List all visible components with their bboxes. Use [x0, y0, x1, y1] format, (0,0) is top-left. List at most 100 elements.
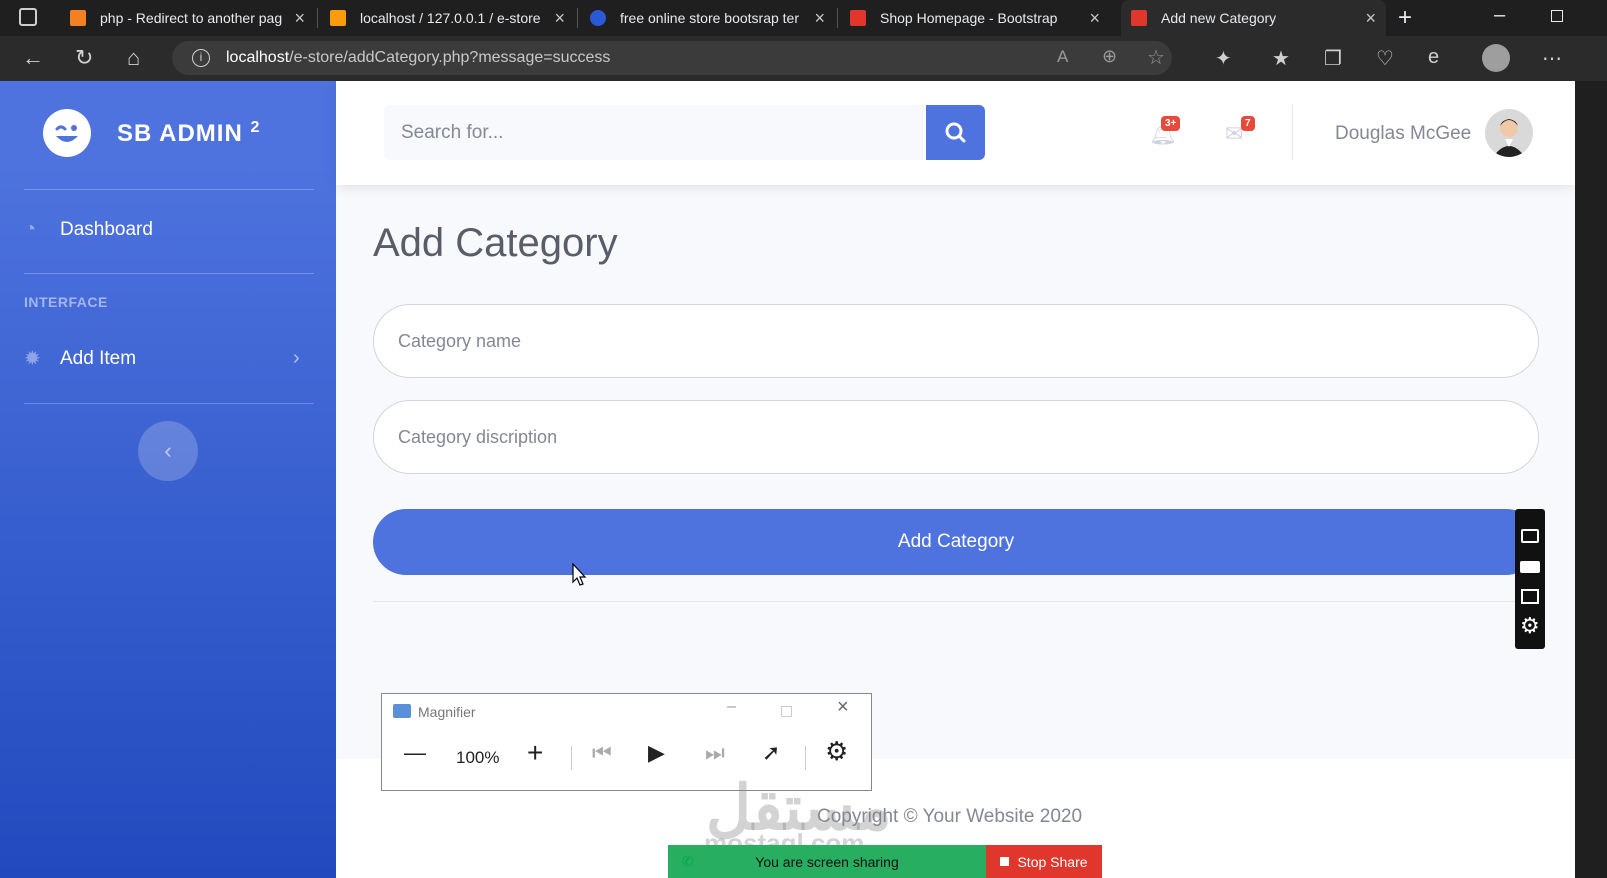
tab-add-category[interactable]: Add new Category ×	[1121, 0, 1386, 36]
performance-icon[interactable]: ♡	[1376, 46, 1394, 71]
add-category-button[interactable]: Add Category	[373, 509, 1539, 575]
tachometer-icon: ◔	[24, 218, 37, 240]
category-name-input[interactable]: Category name	[373, 304, 1539, 378]
info-icon[interactable]: i	[192, 49, 210, 67]
play-icon[interactable]: ▶	[648, 740, 665, 766]
read-aloud-icon[interactable]: A	[1057, 47, 1068, 67]
next-icon[interactable]: ⏭︎	[705, 740, 725, 766]
home-icon[interactable]: ⌂	[127, 46, 140, 70]
tab-title: free online store bootsrap ter	[620, 10, 799, 26]
tab-title: localhost / 127.0.0.1 / e-store	[360, 10, 541, 26]
browser-toolbar: ← ↻ ⌂ i localhost/e-store/addCategory.ph…	[0, 36, 1607, 81]
category-description-input[interactable]: Category discription	[373, 400, 1539, 474]
tab-search[interactable]: free online store bootsrap ter ×	[580, 0, 835, 36]
collections-icon[interactable]: ❐	[1324, 46, 1342, 71]
search-icon	[945, 122, 966, 143]
browser-tab-bar: php - Redirect to another pag × localhos…	[0, 0, 1607, 36]
laugh-wink-icon[interactable]	[43, 109, 91, 157]
magnifier-title: Magnifier	[418, 704, 476, 720]
favorite-star-icon[interactable]: ☆	[1147, 45, 1165, 70]
stop-icon	[1000, 857, 1010, 866]
user-name[interactable]: Douglas McGee	[1335, 123, 1471, 145]
maximize-icon[interactable]	[781, 706, 792, 717]
extensions-icon[interactable]: ✦	[1215, 46, 1232, 71]
tab-title: Add new Category	[1161, 10, 1277, 26]
tab-php-redirect[interactable]: php - Redirect to another pag ×	[60, 0, 315, 36]
capture-toolbar: ⚙	[1515, 509, 1545, 649]
page-title: Add Category	[373, 221, 618, 265]
search-button[interactable]	[926, 105, 985, 160]
window-icon[interactable]	[1521, 589, 1539, 604]
magnifier-icon	[393, 704, 411, 718]
sidebar-item-add-item[interactable]: ✹ Add Item	[24, 346, 136, 371]
brand-sup: 2	[250, 119, 261, 136]
gear-icon[interactable]: ⚙	[1520, 613, 1540, 639]
startbootstrap-icon	[1131, 10, 1147, 26]
minimize-icon[interactable]: –	[1494, 4, 1505, 27]
tab-title: php - Redirect to another pag	[100, 10, 283, 26]
sidebar-item-label: Add Item	[60, 347, 137, 369]
zoom-out-button[interactable]: —	[404, 740, 426, 766]
url-host: localhost	[226, 49, 290, 66]
search-input[interactable]: Search for...	[384, 105, 924, 160]
phone-icon: ✆	[682, 853, 694, 869]
alerts-badge: 3+	[1161, 116, 1181, 131]
zoom-level: 100%	[456, 748, 500, 767]
sidebar-item-dashboard[interactable]: ◔ Dashboard	[24, 218, 153, 241]
search-icon	[590, 10, 606, 26]
zoom-icon[interactable]: ⊕	[1102, 46, 1117, 67]
tab-title: Shop Homepage - Bootstrap	[880, 10, 1058, 26]
tab-actions-icon[interactable]	[19, 8, 37, 26]
stop-share-button[interactable]: Stop Share	[986, 845, 1102, 878]
sidebar-divider	[24, 273, 314, 274]
refresh-icon[interactable]: ↻	[75, 46, 93, 70]
topbar-divider	[1292, 105, 1293, 160]
page-content: SB ADMIN 2 ◔ Dashboard INTERFACE ✹ Add I…	[0, 81, 1575, 878]
screen-share-status: ✆ You are screen sharing	[668, 845, 986, 878]
close-icon[interactable]: ×	[1089, 8, 1100, 29]
close-icon[interactable]: ×	[837, 696, 849, 719]
gear-icon[interactable]: ⚙	[825, 736, 848, 767]
close-icon[interactable]: ×	[294, 8, 305, 29]
cog-icon: ✹	[24, 348, 41, 370]
chevron-left-icon: ‹	[164, 438, 172, 463]
stop-share-label: Stop Share	[1017, 853, 1088, 870]
video-icon[interactable]	[1520, 561, 1540, 573]
tab-phpmyadmin[interactable]: localhost / 127.0.0.1 / e-store ×	[320, 0, 575, 36]
favorites-icon[interactable]: ★	[1272, 46, 1290, 71]
more-icon[interactable]: ⋯	[1542, 46, 1562, 71]
previous-icon[interactable]: ⏮︎	[592, 740, 612, 766]
messages-badge: 7	[1241, 116, 1255, 131]
brand-name[interactable]: SB ADMIN 2	[117, 119, 260, 148]
close-icon[interactable]: ×	[554, 8, 565, 29]
profile-icon[interactable]	[1482, 44, 1510, 72]
sidebar-divider	[24, 403, 314, 404]
chevron-right-icon[interactable]: ›	[293, 347, 300, 370]
sidebar-heading: INTERFACE	[24, 294, 108, 310]
new-tab-icon[interactable]: +	[1398, 4, 1412, 32]
read-from-pointer-icon[interactable]: ➚	[762, 740, 780, 766]
edge-bar-icon[interactable]: e	[1428, 46, 1439, 69]
zoom-in-button[interactable]: +	[527, 737, 543, 769]
url-path: /e-store/addCategory.php?message=success	[289, 49, 611, 66]
close-icon[interactable]: ×	[1365, 8, 1376, 29]
address-bar[interactable]: i localhost/e-store/addCategory.php?mess…	[172, 41, 1172, 75]
camera-icon[interactable]	[1521, 529, 1539, 543]
edge-sidebar	[1575, 81, 1607, 878]
startbootstrap-icon	[850, 10, 866, 26]
mouse-cursor-icon	[572, 563, 587, 586]
share-status-text: You are screen sharing	[755, 853, 899, 870]
sidebar-toggle-button[interactable]: ‹	[138, 421, 198, 481]
tab-shop-homepage[interactable]: Shop Homepage - Bootstrap ×	[840, 0, 1110, 36]
sidebar: SB ADMIN 2 ◔ Dashboard INTERFACE ✹ Add I…	[0, 81, 336, 878]
close-icon[interactable]: ×	[814, 8, 825, 29]
avatar[interactable]	[1485, 109, 1533, 157]
back-icon[interactable]: ←	[22, 46, 44, 70]
stackoverflow-icon	[70, 10, 86, 26]
phpmyadmin-icon	[330, 10, 346, 26]
topbar: Search for... 🔔︎ 3+ ✉ 7 Douglas McGee	[336, 81, 1575, 185]
restore-icon[interactable]	[1551, 10, 1563, 22]
brand-text: SB ADMIN	[117, 120, 243, 147]
sidebar-item-label: Dashboard	[60, 218, 153, 240]
minimize-icon[interactable]: –	[727, 698, 736, 716]
